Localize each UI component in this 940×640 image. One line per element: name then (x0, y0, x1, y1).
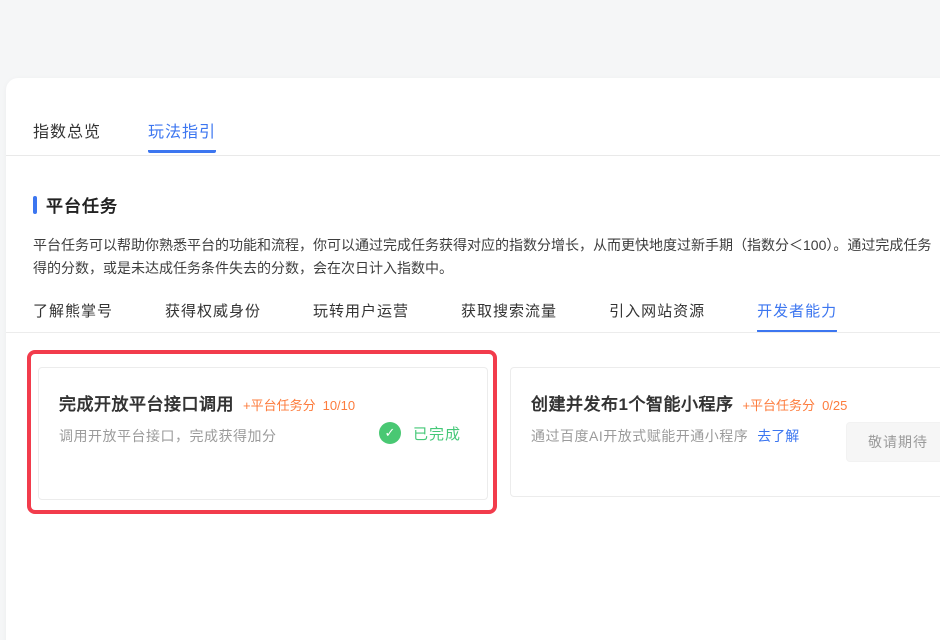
subtab-authority-identity[interactable]: 获得权威身份 (165, 300, 261, 333)
subtab-site-resources[interactable]: 引入网站资源 (609, 300, 705, 333)
task-category-tabs: 了解熊掌号 获得权威身份 玩转用户运营 获取搜索流量 引入网站资源 开发者能力 (33, 300, 837, 333)
task-description: 调用开放平台接口，完成获得加分 (59, 426, 277, 446)
task-card-api-call: 完成开放平台接口调用 +平台任务分 10/10 调用开放平台接口，完成获得加分 … (38, 367, 488, 500)
task-score-value: 0/25 (822, 398, 847, 413)
task-score-label: +平台任务分 (742, 395, 815, 414)
section-title: 平台任务 (46, 192, 118, 217)
subtab-know-xiongzhang[interactable]: 了解熊掌号 (33, 300, 113, 333)
learn-more-link[interactable]: 去了解 (757, 426, 799, 446)
subtab-search-traffic[interactable]: 获取搜索流量 (461, 300, 557, 333)
section-description: 平台任务可以帮助你熟悉平台的功能和流程，你可以通过完成任务获得对应的指数分增长，… (33, 234, 931, 280)
tabs-divider (6, 155, 940, 156)
subtab-developer-ability[interactable]: 开发者能力 (757, 300, 837, 333)
task-card-mini-program: 创建并发布1个智能小程序 +平台任务分 0/25 通过百度AI开放式赋能开通小程… (510, 367, 940, 497)
task-title: 完成开放平台接口调用 (59, 390, 234, 415)
card-title-row: 创建并发布1个智能小程序 +平台任务分 0/25 (531, 390, 847, 415)
card-title-row: 完成开放平台接口调用 +平台任务分 10/10 (59, 390, 355, 415)
status-label: 已完成 (413, 423, 461, 444)
task-title: 创建并发布1个智能小程序 (531, 390, 733, 415)
page: { "colors": { "accent_blue": "#3c76f0", … (0, 0, 940, 640)
tab-index-overview[interactable]: 指数总览 (33, 118, 101, 153)
tab-play-guide[interactable]: 玩法指引 (148, 118, 216, 153)
card-desc-row: 通过百度AI开放式赋能开通小程序 去了解 (531, 426, 799, 446)
task-score-value: 10/10 (323, 398, 356, 413)
description-line-2: 得的分数，或是未达成任务条件失去的分数，会在次日计入指数中。 (33, 257, 931, 280)
main-tabs: 指数总览 玩法指引 (33, 118, 216, 153)
check-icon: ✓ (379, 422, 401, 444)
task-status: ✓ 已完成 (379, 422, 461, 444)
description-line-1: 平台任务可以帮助你熟悉平台的功能和流程，你可以通过完成任务获得对应的指数分增长，… (33, 234, 931, 257)
section-accent-bar (33, 196, 37, 214)
coming-soon-button[interactable]: 敬请期待 (846, 422, 940, 462)
content-panel: 指数总览 玩法指引 平台任务 平台任务可以帮助你熟悉平台的功能和流程，你可以通过… (6, 78, 940, 640)
task-score-label: +平台任务分 (243, 395, 316, 414)
subtabs-divider (6, 332, 940, 333)
subtab-user-operation[interactable]: 玩转用户运营 (313, 300, 409, 333)
section-header: 平台任务 (33, 192, 118, 217)
card-desc-row: 调用开放平台接口，完成获得加分 (59, 426, 277, 446)
task-description: 通过百度AI开放式赋能开通小程序 (531, 426, 748, 446)
